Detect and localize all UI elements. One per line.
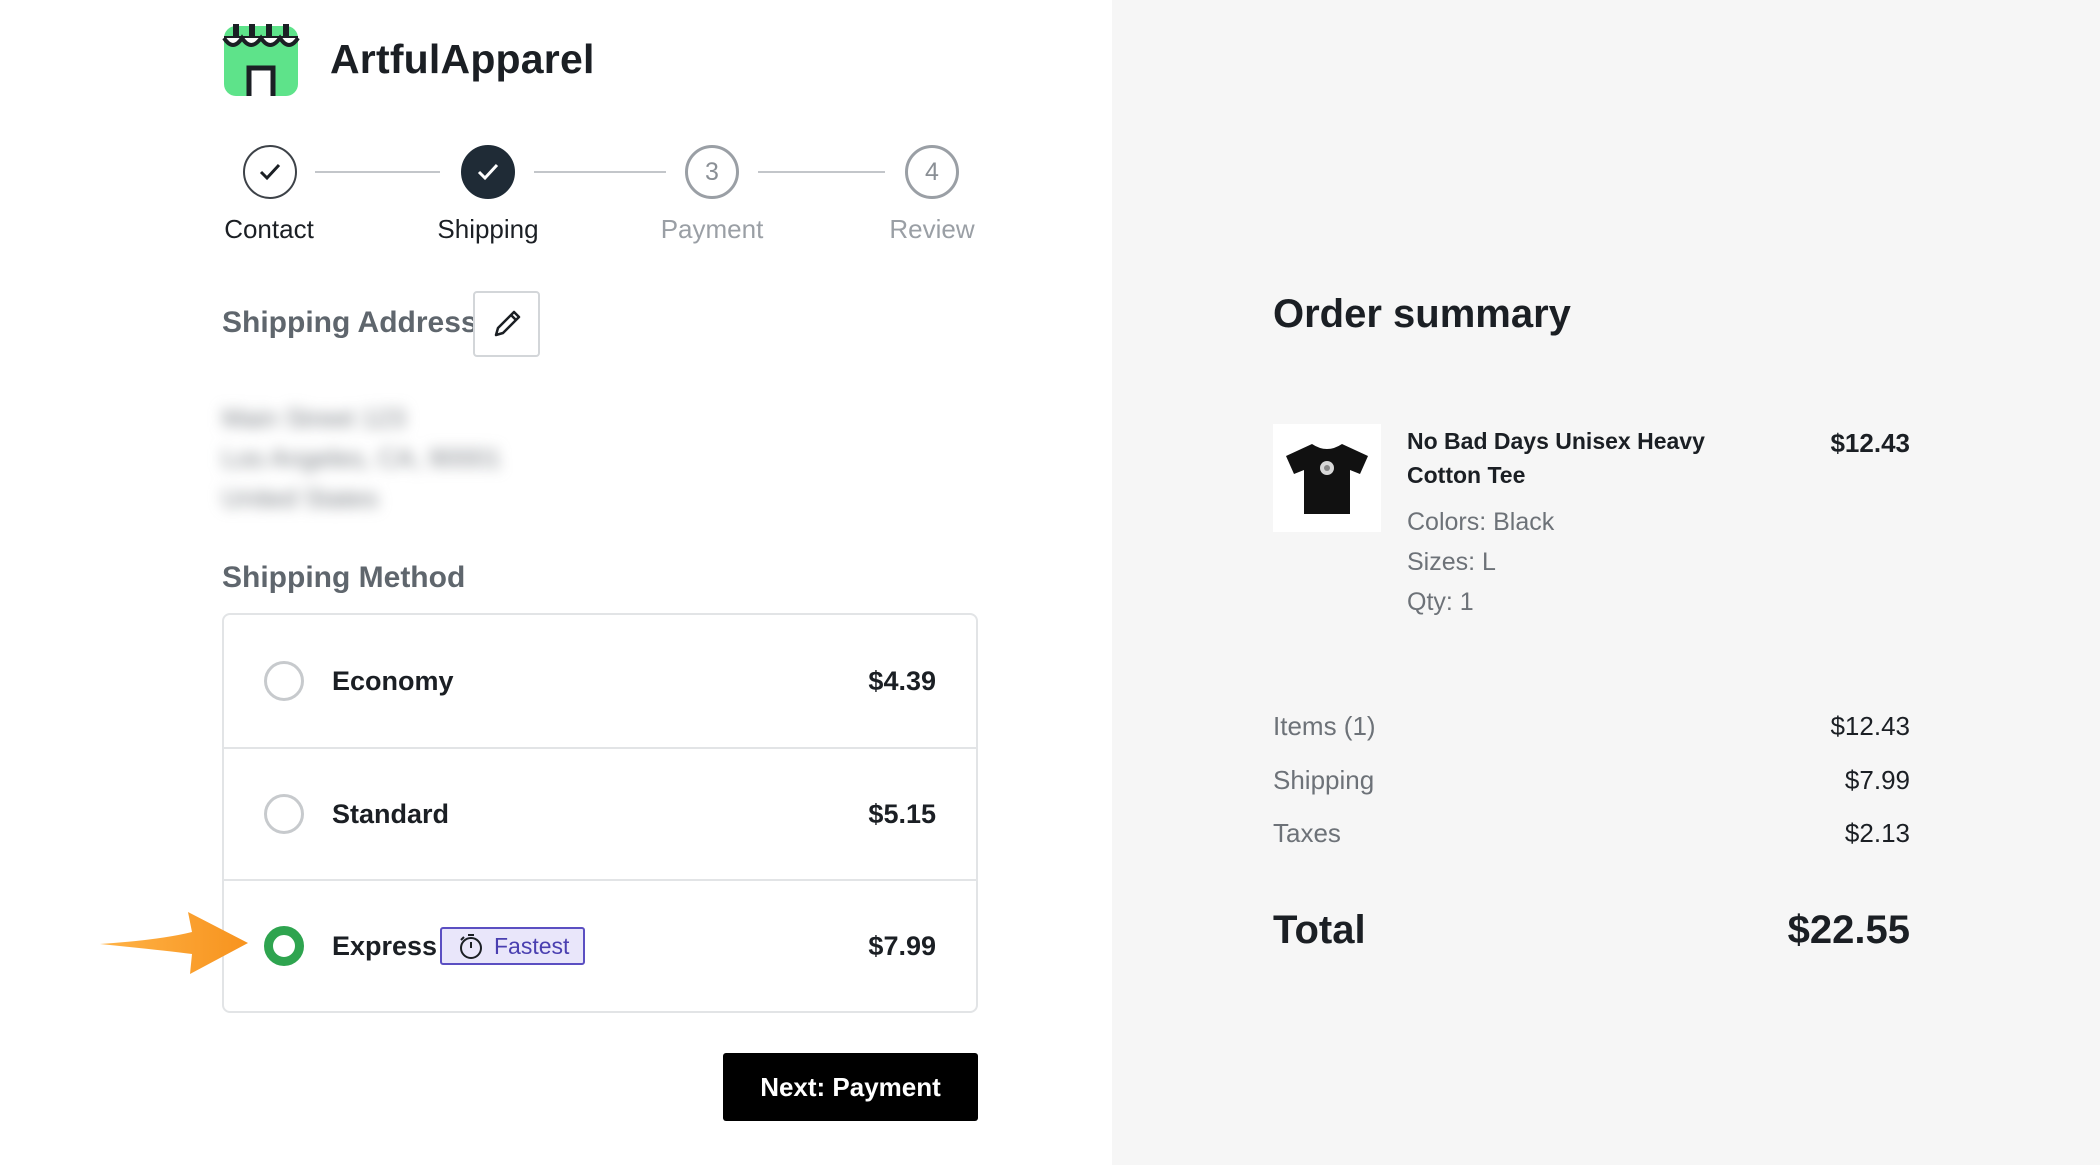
- address-line: Main Street 123: [222, 403, 406, 433]
- shipping-option-standard[interactable]: Standard $5.15: [224, 747, 976, 879]
- step-shipping-circle[interactable]: [461, 145, 515, 199]
- fastest-badge: Fastest: [440, 927, 586, 965]
- product-color: Colors: Black: [1407, 508, 1555, 536]
- tshirt-icon: [1286, 444, 1368, 514]
- check-icon: [477, 163, 499, 181]
- step-label-payment[interactable]: Payment: [632, 214, 792, 245]
- shipping-method-options: Economy $4.39 Standard $5.15 Express Fas…: [222, 613, 978, 1013]
- check-icon: [259, 163, 281, 181]
- checkout-stepper: 3 4 Contact Shipping Payment Review: [0, 0, 1112, 260]
- option-price: $4.39: [868, 665, 936, 696]
- total-value: $22.55: [1787, 908, 1910, 952]
- radio-button[interactable]: [264, 794, 304, 834]
- step-label-shipping[interactable]: Shipping: [408, 214, 568, 245]
- option-price: $7.99: [868, 930, 936, 961]
- shipping-value: $7.99: [1844, 765, 1910, 795]
- step-review-circle[interactable]: 4: [905, 145, 959, 199]
- shipping-label: Shipping: [1273, 765, 1375, 795]
- timer-icon: [460, 934, 482, 959]
- shipping-method-heading: Shipping Method: [222, 561, 466, 594]
- radio-button[interactable]: [264, 661, 304, 701]
- step-contact-circle[interactable]: [243, 145, 297, 199]
- radio-button-selected[interactable]: [264, 926, 304, 966]
- product-qty: Qty: 1: [1407, 588, 1474, 616]
- step-number: 3: [705, 157, 719, 186]
- orange-arrow-icon: [100, 912, 248, 974]
- next-payment-button[interactable]: Next: Payment: [723, 1053, 978, 1121]
- badge-label: Fastest: [494, 932, 570, 959]
- option-name: Standard: [332, 798, 450, 829]
- step-connector: [315, 171, 440, 173]
- product-thumbnail: [1273, 424, 1381, 532]
- pencil-icon: [494, 310, 520, 337]
- step-payment-circle[interactable]: 3: [685, 145, 739, 199]
- product-size: Sizes: L: [1407, 548, 1496, 576]
- option-price: $5.15: [868, 798, 936, 829]
- option-name: Economy: [332, 665, 454, 696]
- address-line: Los Angeles, CA, 90001: [222, 443, 501, 473]
- items-label: Items (1): [1273, 711, 1376, 741]
- address-line: United States: [222, 483, 379, 513]
- edit-address-button[interactable]: [473, 291, 540, 357]
- items-value: $12.43: [1830, 711, 1910, 741]
- order-summary-title: Order summary: [1273, 292, 1571, 336]
- shipping-address-heading: Shipping Address: [222, 306, 478, 339]
- product-price: $12.43: [1830, 428, 1910, 458]
- taxes-label: Taxes: [1273, 818, 1341, 848]
- shipping-option-express[interactable]: Express Fastest $7.99: [224, 879, 976, 1011]
- step-number: 4: [925, 157, 939, 186]
- shipping-address-text: Main Street 123 Los Angeles, CA, 90001 U…: [222, 398, 501, 518]
- step-connector: [758, 171, 885, 173]
- step-label-review[interactable]: Review: [852, 214, 1012, 245]
- taxes-value: $2.13: [1844, 818, 1910, 848]
- shipping-option-economy[interactable]: Economy $4.39: [224, 615, 976, 747]
- option-name: Express: [332, 930, 438, 961]
- step-connector: [534, 171, 666, 173]
- step-label-contact[interactable]: Contact: [189, 214, 349, 245]
- order-summary-pane: [1112, 0, 2100, 1165]
- total-label: Total: [1273, 908, 1366, 952]
- product-name: No Bad Days Unisex Heavy Cotton Tee: [1407, 428, 1705, 488]
